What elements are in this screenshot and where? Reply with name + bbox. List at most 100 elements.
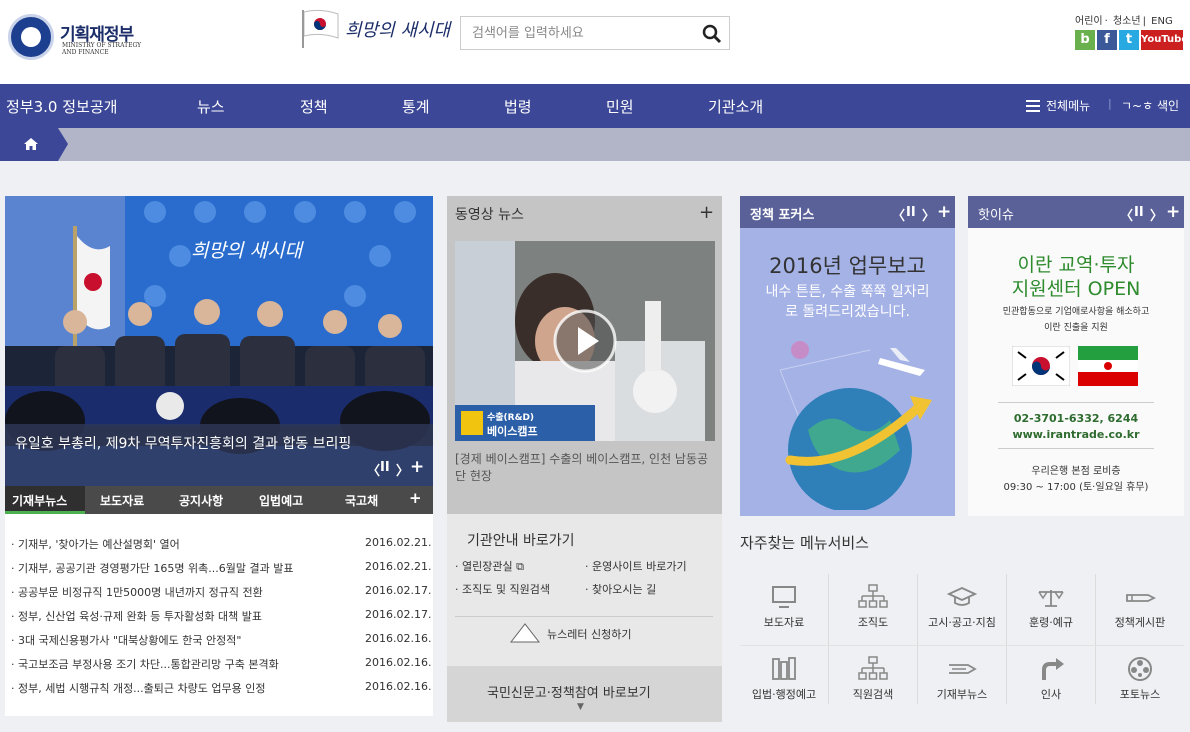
facebook-icon[interactable]: f xyxy=(1097,30,1117,50)
news-list-item[interactable]: · 공공부문 비정규직 1만5000명 내년까지 정규직 전환 2016.02.1… xyxy=(5,579,433,603)
news-list-item[interactable]: · 3대 국제신용평가사 "대북상황에도 한국 안정적" 2016.02.16. xyxy=(5,627,433,651)
nav-news[interactable]: 뉴스 xyxy=(197,96,225,117)
news-date: 2016.02.17. xyxy=(365,608,432,621)
policy-focus-banner[interactable]: 2016년 업무보고 내수 튼튼, 수출 쭉쭉 일자리로 돌려드리겠습니다. xyxy=(740,228,955,516)
tab-treasury-bond[interactable]: 국고채 xyxy=(345,492,378,509)
index-link[interactable]: ㄱ~ㅎ 색인 xyxy=(1121,97,1179,114)
search-input[interactable] xyxy=(461,17,693,49)
news-list-item[interactable]: · 정부, 세법 시행규칙 개정...출퇴근 차량도 업무용 인정 2016.02… xyxy=(5,675,433,699)
news-list-item[interactable]: · 기재부, 공공기관 경영평가단 165명 위촉...6월말 결과 발표 201… xyxy=(5,555,433,579)
news-date: 2016.02.16. xyxy=(365,632,432,645)
hot-phone: 02-3701-6332, 6244 xyxy=(1013,412,1139,425)
nav-policy[interactable]: 정책 xyxy=(300,96,328,117)
next-icon[interactable]: 〉 xyxy=(1150,205,1163,224)
menu-legislation-notice[interactable]: 입법·행정예고 xyxy=(740,656,828,702)
play-icon[interactable] xyxy=(553,309,617,373)
search-icon[interactable] xyxy=(701,23,723,45)
plus-icon[interactable]: + xyxy=(409,489,422,507)
policy-focus-headline: 2016년 업무보고 xyxy=(769,254,926,278)
link-youth[interactable]: 청소년 xyxy=(1113,16,1141,27)
blog-icon[interactable]: b xyxy=(1075,30,1095,50)
menu-staff-search[interactable]: 직원검색 xyxy=(829,656,917,702)
hot-headline-2: 지원센터 OPEN xyxy=(1011,278,1141,300)
twitter-icon[interactable]: t xyxy=(1119,30,1139,50)
nav-civil[interactable]: 민원 xyxy=(606,96,634,117)
tab-press-release[interactable]: 보도자료 xyxy=(100,492,144,509)
slogan-text: 희망의 새시대 xyxy=(345,20,451,41)
hot-hours: 09:30 ~ 17:00 (토·일요일 휴무) xyxy=(1003,482,1149,493)
divider xyxy=(455,616,713,617)
news-title: · 3대 국제신용평가사 "대북상황에도 한국 안정적" xyxy=(11,634,242,647)
tab-legislation[interactable]: 입법예고 xyxy=(259,492,303,509)
link-open-minister[interactable]: · 열린장관실 ⧉ xyxy=(455,558,524,574)
hot-url[interactable]: www.irantrade.co.kr xyxy=(968,428,1184,441)
video-thumbnail[interactable]: 수출(R&D) 베이스캠프 xyxy=(455,241,715,441)
envelope-icon xyxy=(509,623,541,643)
plus-icon[interactable]: + xyxy=(699,202,714,223)
menu-press-release[interactable]: 보도자료 xyxy=(740,584,828,630)
tab-moef-news[interactable]: 기재부뉴스 xyxy=(12,492,67,509)
hot-issue-banner[interactable]: 이란 교역·투자 지원센터 OPEN 민관합동으로 기업애로사항을 해소하고 이… xyxy=(968,228,1184,516)
plus-icon[interactable]: + xyxy=(937,202,951,222)
link-org-chart[interactable]: · 조직도 및 직원검색 xyxy=(455,581,550,597)
hamburger-menu-icon[interactable] xyxy=(1026,100,1040,112)
nav-statistics[interactable]: 통계 xyxy=(402,96,430,117)
news-list-item[interactable]: · 정부, 신산업 육성·규제 완화 등 투자활성화 대책 발표 2016.02.… xyxy=(5,603,433,627)
hot-address: 우리은행 본점 로비층 xyxy=(1031,466,1121,477)
nav-about[interactable]: 기관소개 xyxy=(708,96,763,117)
menu-notices[interactable]: 고시·공고·지침 xyxy=(918,584,1006,630)
government-emblem-logo[interactable] xyxy=(8,14,54,60)
news-list-item[interactable]: · 국고보조금 부정사용 조기 차단...통합관리망 구축 본격화 2016.02… xyxy=(5,651,433,675)
nav-open-gov[interactable]: 정부3.0 정보공개 xyxy=(6,96,117,117)
prev-icon[interactable]: 〈 xyxy=(1120,205,1133,224)
all-menu-link[interactable]: 전체메뉴 xyxy=(1046,97,1090,114)
newsletter-link[interactable]: 뉴스레터 신청하기 xyxy=(547,626,631,642)
link-children[interactable]: 어린이 xyxy=(1075,16,1103,27)
pen-icon xyxy=(1126,594,1156,602)
film-reel-icon xyxy=(1128,657,1152,681)
news-title: · 정부, 신산업 육성·규제 완화 등 투자활성화 대책 발표 xyxy=(11,610,262,623)
pause-icon[interactable]: II xyxy=(906,205,916,220)
tab-notice[interactable]: 공지사항 xyxy=(179,492,223,509)
menu-org-chart[interactable]: 조직도 xyxy=(829,584,917,630)
news-title: · 기재부, '찾아가는 예산설명회' 열어 xyxy=(11,538,180,551)
logo-english-line-1: MINISTRY OF STRATEGY xyxy=(62,42,142,49)
header: 기획재정부 MINISTRY OF STRATEGY AND FINANCE 희… xyxy=(0,0,1190,84)
prev-icon[interactable]: 〈 xyxy=(367,460,380,479)
next-icon[interactable]: 〉 xyxy=(396,460,409,479)
news-date: 2016.02.21. xyxy=(365,536,432,549)
nav-law[interactable]: 법령 xyxy=(504,96,532,117)
menu-moef-news[interactable]: 기재부뉴스 xyxy=(918,656,1006,702)
korea-flag-icon xyxy=(1012,346,1070,386)
menu-personnel[interactable]: 인사 xyxy=(1007,656,1095,702)
youtube-icon[interactable]: YouTube xyxy=(1141,30,1188,50)
hot-issue-panel: 핫이슈 〈 II 〉 + 이란 교역·투자 지원센터 OPEN 민관합동으로 기… xyxy=(968,196,1184,516)
link-directions[interactable]: · 찾아오시는 길 xyxy=(585,581,656,597)
slogan-banner: 희망의 새시대 xyxy=(191,240,302,262)
video-news-panel: 동영상 뉴스 + 수출(R&D) 베이스캠프 [경제 베이스캠프] 수출의 베이… xyxy=(447,196,722,514)
plus-icon[interactable]: + xyxy=(410,457,424,477)
policy-focus-sub: 내수 튼튼, 수출 쭉쭉 일자리로 돌려드리겠습니다. xyxy=(765,284,930,320)
menu-photo-news[interactable]: 포토뉴스 xyxy=(1096,656,1184,702)
news-list-item[interactable]: · 기재부, '찾아가는 예산설명회' 열어 2016.02.21. xyxy=(5,531,433,555)
home-button[interactable] xyxy=(0,128,68,161)
video-badge-big: 베이스캠프 xyxy=(487,425,538,438)
main-news-caption[interactable]: 유일호 부총리, 제9차 무역투자진흥회의 결과 합동 브리핑 xyxy=(15,434,375,454)
people-participation-link[interactable]: 국민신문고·정책참여 바로보기 xyxy=(487,682,651,701)
link-operating-sites[interactable]: · 운영사이트 바로가기 xyxy=(585,558,687,574)
menu-policy-board[interactable]: 정책게시판 xyxy=(1096,584,1184,630)
hot-headline-1: 이란 교역·투자 xyxy=(1017,254,1135,276)
pause-icon[interactable]: II xyxy=(380,460,390,475)
next-icon[interactable]: 〉 xyxy=(922,205,935,224)
video-description[interactable]: [경제 베이스캠프] 수출의 베이스캠프, 인천 남동공단 현장 xyxy=(455,451,715,485)
globe-airplane-illustration xyxy=(779,341,932,510)
pause-icon[interactable]: II xyxy=(1134,205,1144,220)
prev-icon[interactable]: 〈 xyxy=(892,205,905,224)
agency-quick-links: 기관안내 바로가기 · 열린장관실 ⧉ · 운영사이트 바로가기 · 조직도 및… xyxy=(447,514,722,722)
menu-directives[interactable]: 훈령·예규 xyxy=(1007,584,1095,630)
chevron-down-icon[interactable]: ▼ xyxy=(577,702,584,712)
utility-links: 어린이 · 청소년 | ENG xyxy=(1075,12,1175,27)
plus-icon[interactable]: + xyxy=(1166,202,1180,222)
video-badge-small: 수출(R&D) xyxy=(487,413,535,423)
link-english[interactable]: ENG xyxy=(1151,16,1173,27)
